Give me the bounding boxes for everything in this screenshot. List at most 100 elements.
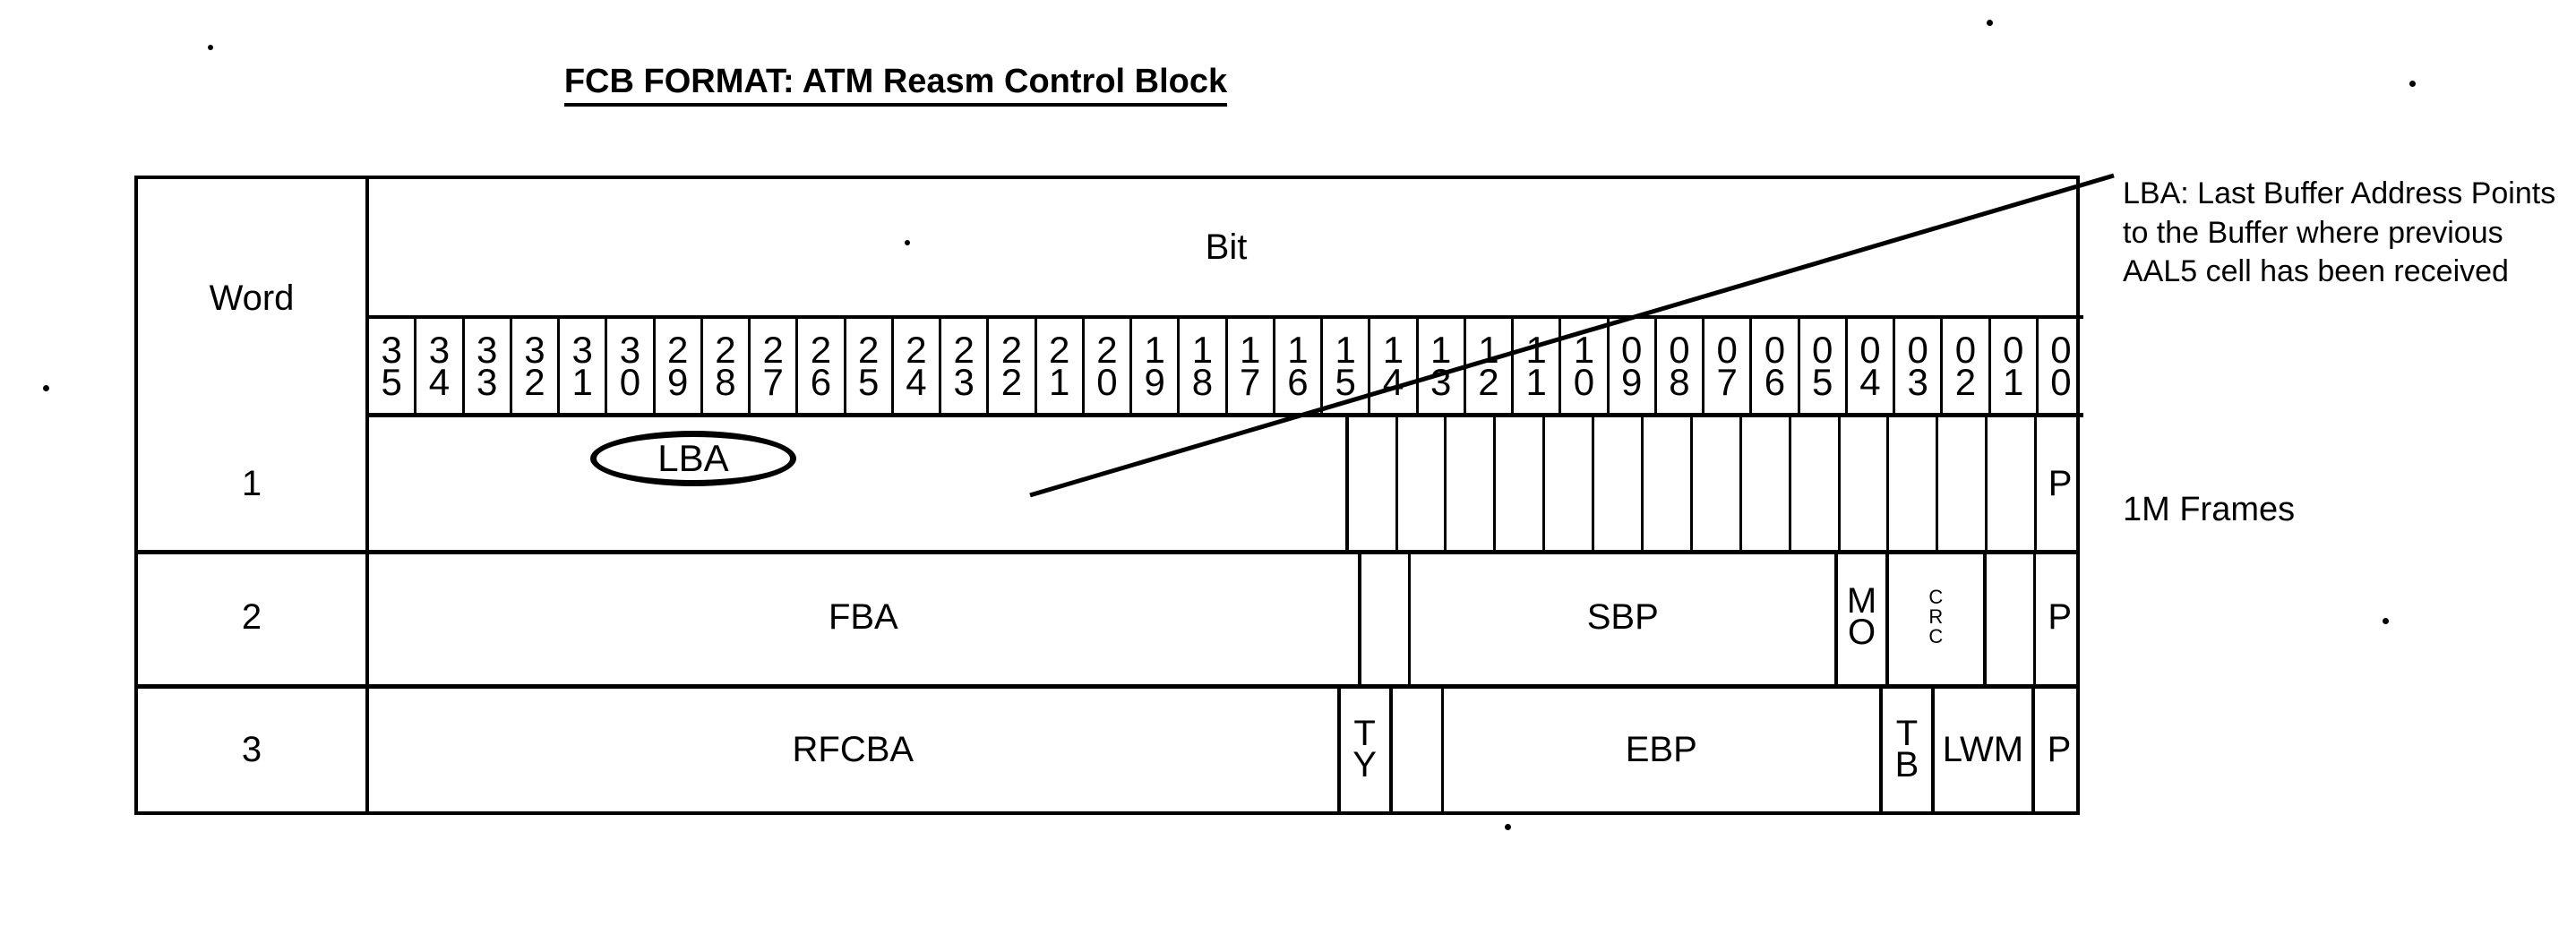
bit-number-14: 14 [1370, 319, 1419, 413]
field-empty [1594, 417, 1644, 550]
bit-number-24: 24 [894, 319, 941, 413]
bit-number-06: 06 [1752, 319, 1800, 413]
bit-number-04: 04 [1848, 319, 1895, 413]
bit-number-15: 15 [1323, 319, 1371, 413]
field-mo: MO [1838, 550, 1889, 684]
bit-number-ones: 2 [1000, 360, 1023, 403]
bit-number-ones: 0 [619, 360, 641, 403]
field-tb: TB [1883, 684, 1935, 815]
bit-number-07: 07 [1704, 319, 1753, 413]
bit-number-17: 17 [1228, 319, 1275, 413]
bit-number-ones: 7 [1239, 360, 1261, 403]
bit-number-ones: 0 [1573, 360, 1595, 403]
field-crc: CRC [1889, 550, 1987, 684]
bit-number-10: 10 [1561, 319, 1610, 413]
bit-number-ones: 8 [715, 360, 736, 403]
bit-number-35: 35 [369, 319, 417, 413]
lba-highlight-ellipse: LBA [590, 431, 796, 486]
scan-speck [2383, 618, 2389, 624]
word-2-field-strip: FBA SBP M O C R C P [369, 550, 2083, 684]
field-p: P [2048, 596, 2073, 637]
field-empty [1987, 550, 2037, 684]
bit-number-16: 16 [1275, 319, 1323, 413]
bit-number-ones: 6 [810, 360, 832, 403]
bit-number-ones: 4 [428, 360, 451, 403]
word-1-field-strip: LBA P [369, 417, 2083, 550]
field-empty [1988, 417, 2038, 550]
word-number: 2 [138, 550, 369, 684]
bit-number-34: 34 [416, 319, 465, 413]
field-empty [1545, 417, 1595, 550]
table-row-word-1: 1 LBA P [138, 417, 2076, 550]
bit-number-ones: 6 [1764, 360, 1786, 403]
field-empty [1693, 417, 1742, 550]
field-label-char: C [1928, 625, 1944, 647]
bit-number-05: 05 [1800, 319, 1848, 413]
bit-number-ones: 1 [2002, 360, 2024, 403]
bit-number-ones: 8 [1669, 360, 1690, 403]
bit-number-ones: 9 [1144, 360, 1165, 403]
bit-number-08: 08 [1657, 319, 1704, 413]
bit-number-ones: 8 [1191, 360, 1214, 403]
scan-speck [2409, 81, 2416, 87]
field-empty [1447, 417, 1497, 550]
bit-number-ones: 5 [1335, 360, 1356, 403]
frames-note: 1M Frames [2123, 491, 2296, 528]
field-sbp: SBP [1411, 550, 1839, 684]
page-title: FCB FORMAT: ATM Reasm Control Block [0, 63, 1791, 107]
bit-number-09: 09 [1610, 319, 1657, 413]
bit-number-25: 25 [846, 319, 894, 413]
field-lwm: LWM [1935, 684, 2035, 815]
bit-number-30: 30 [607, 319, 656, 413]
field-label-char: O [1847, 613, 1876, 652]
word-column-header: Word [138, 179, 369, 417]
bit-number-ones: 5 [1811, 360, 1833, 403]
bit-number-26: 26 [798, 319, 846, 413]
bit-number-03: 03 [1895, 319, 1944, 413]
field-empty [1791, 417, 1841, 550]
bit-number-ones: 2 [1478, 360, 1499, 403]
scan-speck [208, 45, 213, 50]
bit-column-header: Bit [369, 179, 2083, 319]
diagram-canvas: FCB FORMAT: ATM Reasm Control Block Word… [0, 0, 2576, 926]
bit-number-ones: 3 [476, 360, 498, 403]
field-empty [1361, 550, 1412, 684]
bit-number-ones: 4 [1382, 360, 1404, 403]
bit-number-ones: 1 [1525, 360, 1547, 403]
bit-number-ones: 6 [1287, 360, 1309, 403]
field-empty [1889, 417, 1939, 550]
bit-number-ones: 4 [906, 360, 927, 403]
table-row-word-3: 3 RFCBA T Y EBP T B LWM P [138, 684, 2076, 815]
field-ebp: EBP [1444, 684, 1883, 815]
bit-number-ones: 3 [1430, 360, 1452, 403]
bit-number-19: 19 [1132, 319, 1181, 413]
word-number: 3 [138, 684, 369, 815]
bit-number-ones: 2 [1954, 360, 1977, 403]
bit-number-ones: 3 [1907, 360, 1928, 403]
word-number: 1 [138, 417, 369, 550]
bit-number-ones: 7 [762, 360, 784, 403]
field-empty [1938, 417, 1988, 550]
field-label-char: B [1894, 745, 1919, 785]
scan-speck [43, 385, 49, 391]
field-empty [1496, 417, 1546, 550]
bit-number-ones: 3 [953, 360, 975, 403]
bit-number-31: 31 [560, 319, 608, 413]
bit-number-18: 18 [1180, 319, 1228, 413]
bit-number-02: 02 [1943, 319, 1991, 413]
bit-number-00: 00 [2039, 319, 2083, 413]
bit-number-22: 22 [989, 319, 1037, 413]
bit-number-ones: 4 [1859, 360, 1881, 403]
bit-number-28: 28 [703, 319, 751, 413]
bit-number-33: 33 [465, 319, 512, 413]
bit-number-ones: 5 [381, 360, 402, 403]
field-label-char: R [1928, 605, 1944, 628]
field-label-char: Y [1352, 745, 1377, 785]
field-p: P [2047, 729, 2072, 769]
field-label-char: C [1928, 586, 1944, 608]
field-empty [1393, 684, 1444, 815]
bit-number-ones: 0 [1096, 360, 1118, 403]
scan-speck [1505, 824, 1511, 830]
bit-number-ones: 9 [666, 360, 689, 403]
field-fba: FBA [369, 550, 1361, 684]
